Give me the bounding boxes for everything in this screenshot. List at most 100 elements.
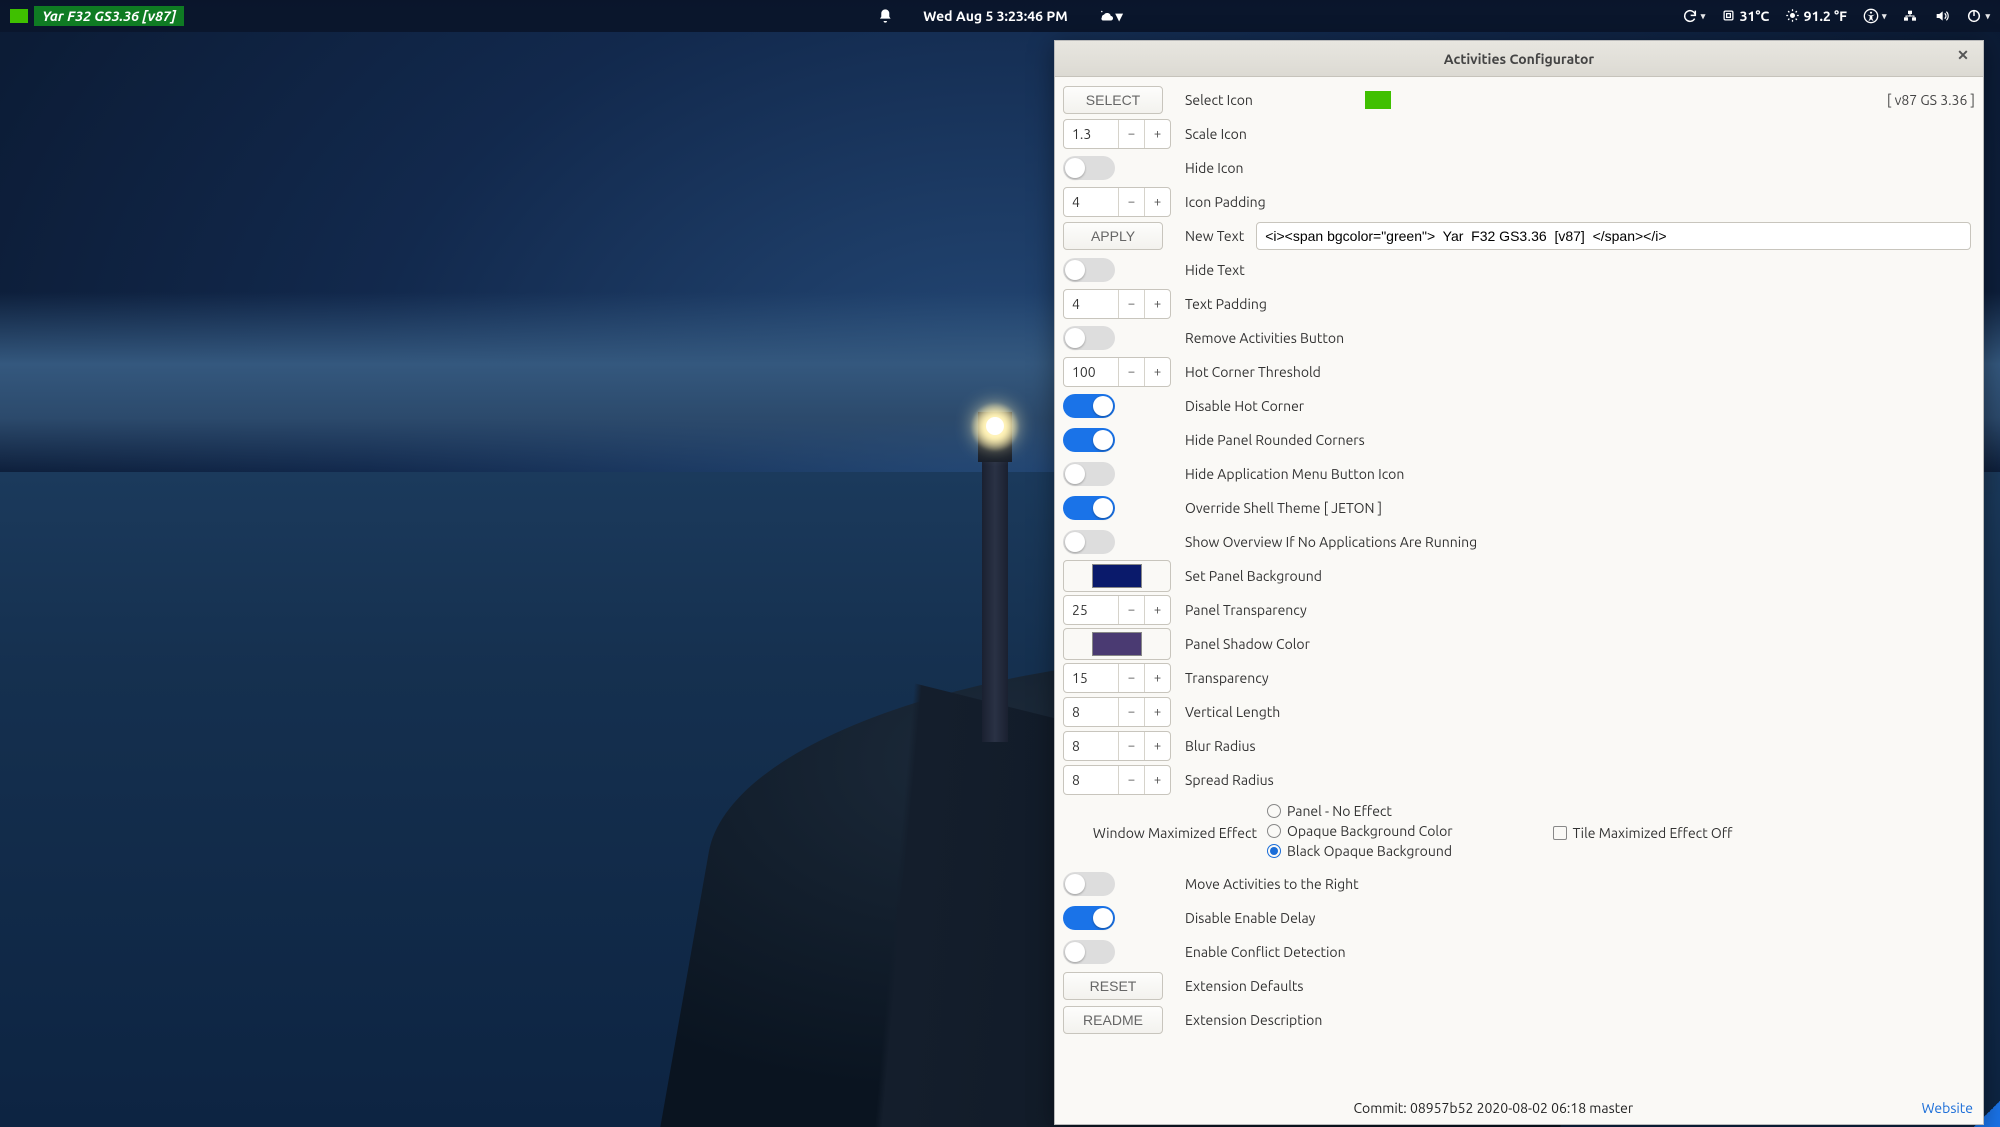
new-text-label: New Text — [1185, 228, 1244, 244]
minus-icon[interactable]: − — [1118, 120, 1144, 148]
checkbox-icon — [1553, 826, 1567, 840]
transparency-spinner[interactable]: 15 − + — [1063, 663, 1171, 693]
tile-effect-checkbox[interactable]: Tile Maximized Effect Off — [1553, 803, 1733, 841]
hide-app-menu-icon-label: Hide Application Menu Button Icon — [1185, 466, 1404, 482]
panel-clock[interactable]: Wed Aug 5 3:23:46 PM — [923, 8, 1067, 24]
override-theme-toggle[interactable] — [1063, 496, 1115, 520]
reset-button[interactable]: RESET — [1063, 972, 1163, 1000]
select-icon-label: Select Icon — [1185, 92, 1253, 108]
panel-shadow-label: Panel Shadow Color — [1185, 636, 1310, 652]
set-panel-bg-label: Set Panel Background — [1185, 568, 1322, 584]
radio-opaque-bg[interactable]: Opaque Background Color — [1267, 823, 1453, 839]
panel-bg-color-button[interactable] — [1063, 560, 1171, 592]
blur-radius-label: Blur Radius — [1185, 738, 1256, 754]
scale-icon-spinner[interactable]: 1.3 − + — [1063, 119, 1171, 149]
weather-temp-indicator[interactable]: 91.2 °F — [1785, 8, 1847, 24]
show-overview-label: Show Overview If No Applications Are Run… — [1185, 534, 1477, 550]
hot-corner-threshold-label: Hot Corner Threshold — [1185, 364, 1321, 380]
plus-icon[interactable]: + — [1144, 698, 1170, 726]
extension-defaults-label: Extension Defaults — [1185, 978, 1304, 994]
top-panel: Yar F32 GS3.36 [v87] Wed Aug 5 3:23:46 P… — [0, 0, 2000, 32]
icon-padding-label: Icon Padding — [1185, 194, 1266, 210]
spread-radius-spinner[interactable]: 8 − + — [1063, 765, 1171, 795]
plus-icon[interactable]: + — [1144, 358, 1170, 386]
minus-icon[interactable]: − — [1118, 732, 1144, 760]
commit-label: Commit: 08957b52 2020-08-02 06:18 master — [1065, 1100, 1922, 1116]
max-effect-label: Window Maximized Effect — [1063, 803, 1267, 841]
minus-icon[interactable]: − — [1118, 596, 1144, 624]
plus-icon[interactable]: + — [1144, 188, 1170, 216]
new-text-input[interactable] — [1256, 222, 1971, 250]
website-link[interactable]: Website — [1922, 1100, 1973, 1116]
hide-text-label: Hide Text — [1185, 262, 1245, 278]
activities-icon — [10, 9, 28, 23]
accessibility-icon[interactable]: ▾ — [1863, 8, 1887, 24]
show-overview-toggle[interactable] — [1063, 530, 1115, 554]
disable-hot-corner-label: Disable Hot Corner — [1185, 398, 1304, 414]
vertical-length-label: Vertical Length — [1185, 704, 1280, 720]
conflict-toggle[interactable] — [1063, 940, 1115, 964]
weather-icon[interactable]: ▾ — [1098, 7, 1123, 25]
cpu-temp-value: 31°C — [1740, 8, 1770, 24]
plus-icon[interactable]: + — [1144, 732, 1170, 760]
icon-preview — [1365, 91, 1391, 109]
plus-icon[interactable]: + — [1144, 766, 1170, 794]
text-padding-label: Text Padding — [1185, 296, 1267, 312]
radio-no-effect[interactable]: Panel - No Effect — [1267, 803, 1453, 819]
move-right-label: Move Activities to the Right — [1185, 876, 1359, 892]
panel-bg-swatch — [1092, 564, 1142, 588]
select-button[interactable]: SELECT — [1063, 86, 1163, 114]
cpu-temp-indicator[interactable]: 31°C — [1721, 8, 1769, 24]
window-title: Activities Configurator — [1444, 51, 1594, 67]
hide-app-menu-icon-toggle[interactable] — [1063, 462, 1115, 486]
panel-shadow-swatch — [1092, 632, 1142, 656]
minus-icon[interactable]: − — [1118, 188, 1144, 216]
hot-corner-threshold-spinner[interactable]: 100 − + — [1063, 357, 1171, 387]
minus-icon[interactable]: − — [1118, 290, 1144, 318]
extension-description-label: Extension Description — [1185, 1012, 1322, 1028]
vertical-length-spinner[interactable]: 8 − + — [1063, 697, 1171, 727]
readme-button[interactable]: README — [1063, 1006, 1163, 1034]
network-icon[interactable] — [1902, 8, 1918, 24]
plus-icon[interactable]: + — [1144, 664, 1170, 692]
hide-icon-toggle[interactable] — [1063, 156, 1115, 180]
move-right-toggle[interactable] — [1063, 872, 1115, 896]
plus-icon[interactable]: + — [1144, 596, 1170, 624]
disable-hot-corner-toggle[interactable] — [1063, 394, 1115, 418]
minus-icon[interactable]: − — [1118, 698, 1144, 726]
hide-rounded-label: Hide Panel Rounded Corners — [1185, 432, 1365, 448]
panel-shadow-color-button[interactable] — [1063, 628, 1171, 660]
radio-black-opaque[interactable]: Black Opaque Background — [1267, 843, 1453, 859]
minus-icon[interactable]: − — [1118, 358, 1144, 386]
refresh-icon[interactable]: ▾ — [1682, 8, 1706, 24]
window-titlebar[interactable]: Activities Configurator ✕ — [1055, 41, 1983, 77]
plus-icon[interactable]: + — [1144, 290, 1170, 318]
apply-button[interactable]: APPLY — [1063, 222, 1163, 250]
notification-icon[interactable] — [877, 8, 893, 24]
max-effect-radio-group: Panel - No Effect Opaque Background Colo… — [1267, 803, 1453, 859]
minus-icon[interactable]: − — [1118, 664, 1144, 692]
panel-transparency-label: Panel Transparency — [1185, 602, 1307, 618]
text-padding-spinner[interactable]: 4 − + — [1063, 289, 1171, 319]
remove-activities-toggle[interactable] — [1063, 326, 1115, 350]
power-icon[interactable]: ▾ — [1966, 8, 1990, 24]
disable-delay-label: Disable Enable Delay — [1185, 910, 1315, 926]
panel-transparency-spinner[interactable]: 25 − + — [1063, 595, 1171, 625]
override-theme-label: Override Shell Theme [ JETON ] — [1185, 500, 1382, 516]
minus-icon[interactable]: − — [1118, 766, 1144, 794]
close-icon[interactable]: ✕ — [1953, 47, 1973, 67]
plus-icon[interactable]: + — [1144, 120, 1170, 148]
hide-text-toggle[interactable] — [1063, 258, 1115, 282]
version-label: [ v87 GS 3.36 ] — [1887, 92, 1975, 108]
lighthouse-graphic — [960, 382, 1030, 742]
scale-icon-label: Scale Icon — [1185, 126, 1247, 142]
window-footer: Commit: 08957b52 2020-08-02 06:18 master… — [1055, 1096, 1983, 1124]
hide-icon-label: Hide Icon — [1185, 160, 1244, 176]
blur-radius-spinner[interactable]: 8 − + — [1063, 731, 1171, 761]
activities-button[interactable]: Yar F32 GS3.36 [v87] — [10, 6, 184, 26]
icon-padding-spinner[interactable]: 4 − + — [1063, 187, 1171, 217]
disable-delay-toggle[interactable] — [1063, 906, 1115, 930]
volume-icon[interactable] — [1934, 8, 1950, 24]
activities-text: Yar F32 GS3.36 [v87] — [34, 6, 184, 26]
hide-rounded-toggle[interactable] — [1063, 428, 1115, 452]
